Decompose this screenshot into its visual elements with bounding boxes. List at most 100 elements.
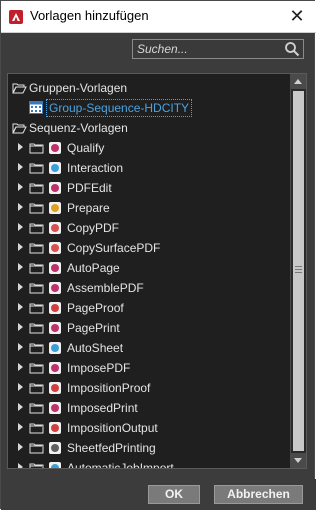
copysurfacepdf-icon (49, 242, 61, 254)
sequence-item[interactable]: AssemblePDF (8, 278, 290, 298)
imposedprint-icon (49, 402, 61, 414)
expand-arrow-icon[interactable] (18, 323, 23, 331)
expand-arrow-icon[interactable] (18, 423, 23, 431)
pageprint-icon (49, 322, 61, 334)
group-sequence-icon (29, 101, 43, 114)
folder-closed-icon (29, 242, 44, 254)
sequence-item[interactable]: AutoPage (8, 258, 290, 278)
sequence-item[interactable]: PagePrint (8, 318, 290, 338)
sequence-item-label: AssemblePDF (67, 281, 144, 295)
sequence-item[interactable]: ImpositionProof (8, 378, 290, 398)
scroll-down-arrow-icon[interactable] (291, 453, 306, 468)
expand-arrow-icon[interactable] (18, 143, 23, 151)
sequence-item-label: CopySurfacePDF (67, 241, 161, 255)
expand-arrow-icon[interactable] (18, 303, 23, 311)
sequence-item-label: ImpositionOutput (67, 421, 158, 435)
sequence-item[interactable]: ImpositionOutput (8, 418, 290, 438)
sequence-item[interactable]: ImposePDF (8, 358, 290, 378)
sequence-item-label: PDFEdit (67, 181, 112, 195)
sequence-item[interactable]: Qualify (8, 138, 290, 158)
impositionproof-icon (49, 382, 61, 394)
folder-closed-icon (29, 302, 44, 314)
assemblepdf-icon (49, 282, 61, 294)
sequence-item[interactable]: Prepare (8, 198, 290, 218)
template-tree[interactable]: Gruppen-Vorlagen Group-Sequence-HDCITY S… (7, 73, 307, 469)
expand-arrow-icon[interactable] (18, 343, 23, 351)
expand-arrow-icon[interactable] (18, 463, 23, 468)
sequence-templates-label: Sequenz-Vorlagen (29, 121, 128, 135)
expand-arrow-icon[interactable] (18, 183, 23, 191)
close-icon[interactable]: ✕ (286, 4, 308, 28)
tree-group-header[interactable]: Gruppen-Vorlagen (8, 78, 290, 98)
expand-arrow-icon[interactable] (18, 403, 23, 411)
sequence-item[interactable]: CopySurfacePDF (8, 238, 290, 258)
sequence-item-label: ImposePDF (67, 361, 131, 375)
group-item-label: Group-Sequence-HDCITY (46, 99, 193, 117)
dialog-footer: OK Abbrechen (1, 479, 316, 510)
vertical-scrollbar[interactable] (290, 74, 306, 468)
scroll-thumb[interactable] (293, 91, 304, 451)
folder-closed-icon (29, 402, 44, 414)
sequence-item[interactable]: AutoSheet (8, 338, 290, 358)
dialog-title: Vorlagen hinzufügen (30, 8, 149, 23)
impositionoutput-icon (49, 422, 61, 434)
folder-open-icon (12, 82, 27, 94)
sequence-item[interactable]: AutomaticJobImport (8, 458, 290, 469)
autosheet-icon (49, 342, 61, 354)
expand-arrow-icon[interactable] (18, 263, 23, 271)
sequence-item-label: SheetfedPrinting (67, 441, 156, 455)
imposepdf-icon (49, 362, 61, 374)
folder-closed-icon (29, 222, 44, 234)
sequence-item-label: PageProof (67, 301, 124, 315)
scroll-up-arrow-icon[interactable] (291, 74, 306, 89)
copypdf-icon (49, 222, 61, 234)
ok-button[interactable]: OK (148, 485, 200, 504)
cancel-button[interactable]: Abbrechen (214, 485, 303, 504)
group-item-selected[interactable]: Group-Sequence-HDCITY (8, 98, 290, 118)
pageproof-icon (49, 302, 61, 314)
folder-closed-icon (29, 202, 44, 214)
folder-closed-icon (29, 322, 44, 334)
expand-arrow-icon[interactable] (18, 203, 23, 211)
folder-closed-icon (29, 442, 44, 454)
scroll-grip-icon (295, 266, 302, 267)
expand-arrow-icon[interactable] (18, 283, 23, 291)
sequence-item-label: Qualify (67, 141, 105, 155)
sequence-item-label: AutoSheet (67, 341, 124, 355)
qualify-icon (49, 142, 61, 154)
autopage-icon (49, 262, 61, 274)
app-logo-icon (9, 10, 23, 24)
expand-arrow-icon[interactable] (18, 363, 23, 371)
sequence-item[interactable]: CopyPDF (8, 218, 290, 238)
folder-closed-icon (29, 342, 44, 354)
sequence-item-label: AutomaticJobImport (67, 461, 174, 469)
sequence-item[interactable]: SheetfedPrinting (8, 438, 290, 458)
dialog-window: Vorlagen hinzufügen ✕ Gruppen-Vorlagen (0, 0, 316, 510)
group-templates-label: Gruppen-Vorlagen (29, 81, 128, 95)
prepare-icon (49, 202, 61, 214)
expand-arrow-icon[interactable] (18, 223, 23, 231)
expand-arrow-icon[interactable] (18, 243, 23, 251)
search-box[interactable] (132, 39, 304, 59)
pdfedit-icon (49, 182, 61, 194)
tree-rows: Gruppen-Vorlagen Group-Sequence-HDCITY S… (8, 78, 290, 469)
expand-arrow-icon[interactable] (18, 383, 23, 391)
folder-closed-icon (29, 262, 44, 274)
folder-open-icon (12, 122, 27, 134)
folder-closed-icon (29, 422, 44, 434)
folder-closed-icon (29, 462, 44, 468)
sequence-item[interactable]: Interaction (8, 158, 290, 178)
sequence-item[interactable]: ImposedPrint (8, 398, 290, 418)
sequence-item-label: ImposedPrint (67, 401, 138, 415)
sheetfedprinting-icon (49, 442, 61, 454)
expand-arrow-icon[interactable] (18, 443, 23, 451)
search-icon[interactable] (284, 41, 300, 57)
sequence-item[interactable]: PDFEdit (8, 178, 290, 198)
search-input[interactable] (137, 41, 277, 57)
sequence-item[interactable]: PageProof (8, 298, 290, 318)
expand-arrow-icon[interactable] (18, 163, 23, 171)
sequence-item-label: Interaction (67, 161, 124, 175)
folder-closed-icon (29, 282, 44, 294)
tree-sequence-header[interactable]: Sequenz-Vorlagen (8, 118, 290, 138)
sequence-item-label: Prepare (67, 201, 110, 215)
